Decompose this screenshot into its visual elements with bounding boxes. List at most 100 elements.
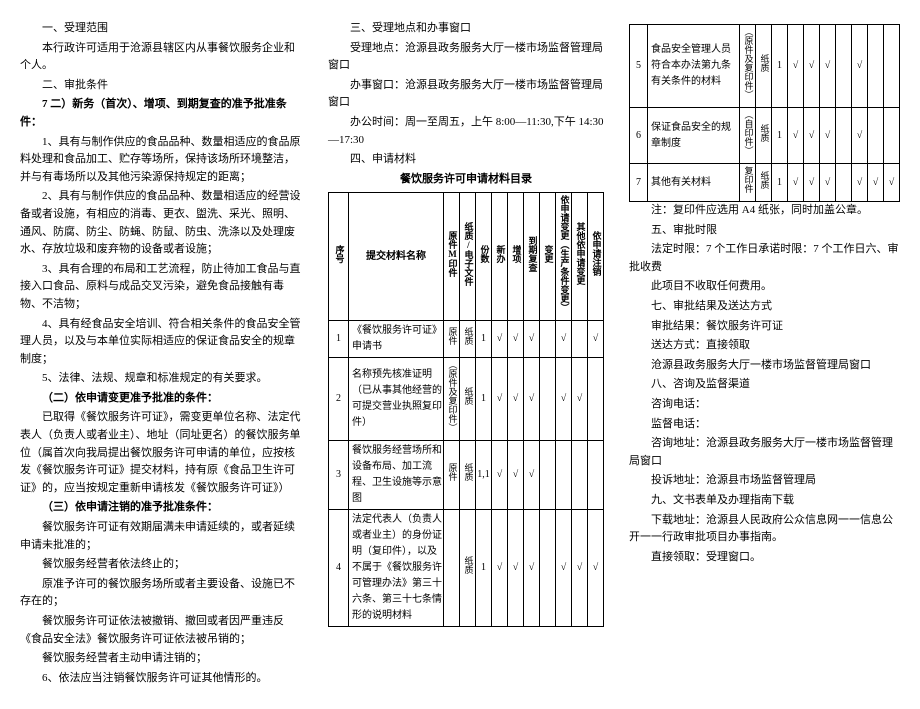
paragraph: 送达方式：直接领取 [629, 337, 900, 355]
th-new: 新办 [492, 193, 508, 321]
table-cell: 7 [630, 164, 648, 202]
th-cancel: 依申请注销 [588, 193, 604, 321]
table-cell: 纸质 [756, 164, 772, 202]
table-cell: 3 [329, 441, 349, 510]
table-row: 5食品安全管理人员符合本办法第九条有关条件的材料（原件及复印件）纸质1√√√√ [630, 25, 900, 108]
table-row: 6保证食品安全的规章制度（自印件）纸质1√√√√ [630, 108, 900, 164]
table-cell: 餐饮服务经营场所和设备布局、加工流程、卫生设施等示意图 [349, 441, 444, 510]
table-cell: 法定代表人（负责人或者业主）的身份证明（复印件），以及不属于《餐饮服务许可管理办… [349, 510, 444, 627]
table-row: 4法定代表人（负责人或者业主）的身份证明（复印件），以及不属于《餐饮服务许可管理… [329, 510, 604, 627]
subheading: （三）依申请注销的准予批准条件： [20, 499, 303, 517]
table-cell: 纸质 [460, 321, 476, 358]
table-cell: 《餐饮服务许可证》申请书 [349, 321, 444, 358]
table-cell: 食品安全管理人员符合本办法第九条有关条件的材料 [648, 25, 740, 108]
table-cell: 5 [630, 25, 648, 108]
subheading: （二）依申请变更准予批准的条件： [20, 390, 303, 408]
table-cell: 1,1 [476, 441, 492, 510]
table-cell: √ [524, 510, 540, 627]
table-cell: 1 [476, 510, 492, 627]
table-cell: √ [852, 25, 868, 108]
table-cell: √ [820, 108, 836, 164]
th-form: 纸质/电子文件 [460, 193, 476, 321]
table-cell: √ [572, 358, 588, 441]
paragraph: 已取得《餐饮服务许可证》，需变更单位名称、法定代表人（负责人或者业主）、地址（同… [20, 409, 303, 497]
table-cell: √ [508, 441, 524, 510]
table-cell: √ [852, 164, 868, 202]
table-cell: √ [788, 164, 804, 202]
table-cell [588, 441, 604, 510]
table-cell: √ [804, 25, 820, 108]
table-cell: （自印件） [740, 108, 756, 164]
section-heading: 八、咨询及监督渠道 [629, 376, 900, 394]
table-cell: √ [508, 358, 524, 441]
section-heading: 七、审批结果及送达方式 [629, 298, 900, 316]
paragraph: 咨询电话： [629, 396, 900, 414]
table-cell [588, 358, 604, 441]
table-cell [540, 321, 556, 358]
column-right: 5食品安全管理人员符合本办法第九条有关条件的材料（原件及复印件）纸质1√√√√6… [629, 20, 900, 689]
th-orig: 原件M印件 [444, 193, 460, 321]
th-recheck: 到期复查 [524, 193, 540, 321]
paragraph: 监督电话： [629, 416, 900, 434]
th-add: 增项 [508, 193, 524, 321]
list-item: 5、法律、法规、规章和标准规定的有关要求。 [20, 370, 303, 388]
table-cell: 其他有关材料 [648, 164, 740, 202]
table-cell: 1 [329, 321, 349, 358]
paragraph: 下载地址：沧源县人民政府公众信息网一一信息公开一一行政审批项目办事指南。 [629, 512, 900, 547]
table-cell: √ [508, 321, 524, 358]
table-cell [572, 321, 588, 358]
table-row: 3餐饮服务经营场所和设备布局、加工流程、卫生设施等示意图原件纸质1,1√√√ [329, 441, 604, 510]
table-cell: √ [556, 358, 572, 441]
table-cell: √ [588, 321, 604, 358]
paragraph: 审批结果：餐饮服务许可证 [629, 318, 900, 336]
materials-table-part2: 5食品安全管理人员符合本办法第九条有关条件的材料（原件及复印件）纸质1√√√√6… [629, 24, 900, 202]
table-cell: 1 [476, 358, 492, 441]
table-cell [836, 25, 852, 108]
paragraph: 此项目不收取任何费用。 [629, 278, 900, 296]
list-item: 餐饮服务经营者主动申请注销的； [20, 650, 303, 668]
paragraph: 办公时间：周一至周五，上午 8:00—11:30,下午 14:30—17:30 [328, 114, 604, 149]
list-item: 6、依法应当注销餐饮服务许可证其他情形的。 [20, 670, 303, 688]
table-cell: 1 [772, 164, 788, 202]
table-cell [556, 441, 572, 510]
table-cell: √ [492, 510, 508, 627]
table-cell: 纸质 [460, 441, 476, 510]
table-cell [540, 358, 556, 441]
table-cell [868, 108, 884, 164]
table-cell: √ [852, 108, 868, 164]
table-cell: 原件 [444, 321, 460, 358]
table-cell [540, 510, 556, 627]
column-middle: 三、受理地点和办事窗口 受理地点：沧源县政务服务大厅一楼市场监督管理局窗口 办事… [328, 20, 604, 689]
column-left: 一、受理范围 本行政许可适用于沧源县辖区内从事餐饮服务企业和个人。 二、审批条件… [20, 20, 303, 689]
paragraph: 沧源县政务服务大厅一楼市场监督管理局窗口 [629, 357, 900, 375]
table-title: 餐饮服务许可申请材料目录 [328, 171, 604, 189]
table-cell: √ [492, 358, 508, 441]
th-seq: 序号 [329, 193, 349, 321]
table-cell: √ [524, 441, 540, 510]
table-row: 1《餐饮服务许可证》申请书原件纸质1√√√√√ [329, 321, 604, 358]
section-heading: 三、受理地点和办事窗口 [328, 20, 604, 38]
th-change-biz: 依申请变更（生产条件变更） [556, 193, 572, 321]
th-other: 其他依申请变更 [572, 193, 588, 321]
table-cell: 纸质 [756, 108, 772, 164]
table-cell: √ [804, 108, 820, 164]
list-item: 餐饮服务经营者依法终止的； [20, 556, 303, 574]
table-cell: 纸质 [756, 25, 772, 108]
table-cell [884, 108, 900, 164]
table-cell: 1 [772, 108, 788, 164]
list-item: 1、具有与制作供应的食品品种、数量相适应的食品原料处理和食品加工、贮存等场所，保… [20, 134, 303, 187]
paragraph: 法定时限：7 个工作日承诺时限：7 个工作日六、审批收费 [629, 241, 900, 276]
table-cell: √ [868, 164, 884, 202]
table-cell: √ [556, 321, 572, 358]
paragraph: 直接领取：受理窗口。 [629, 549, 900, 567]
th-change: 变更 [540, 193, 556, 321]
table-cell: √ [884, 164, 900, 202]
table-cell: √ [508, 510, 524, 627]
subheading: 7 二）新务（首次）、增项、到期复查的准予批准条件： [20, 96, 303, 131]
table-cell: √ [820, 25, 836, 108]
table-cell: 1 [772, 25, 788, 108]
list-item: 4、具有经食品安全培训、符合相关条件的食品安全管理人员，以及与本单位实际相适应的… [20, 316, 303, 369]
table-cell: 保证食品安全的规章制度 [648, 108, 740, 164]
table-cell: √ [820, 164, 836, 202]
table-cell: （原件及复印件） [444, 358, 460, 441]
